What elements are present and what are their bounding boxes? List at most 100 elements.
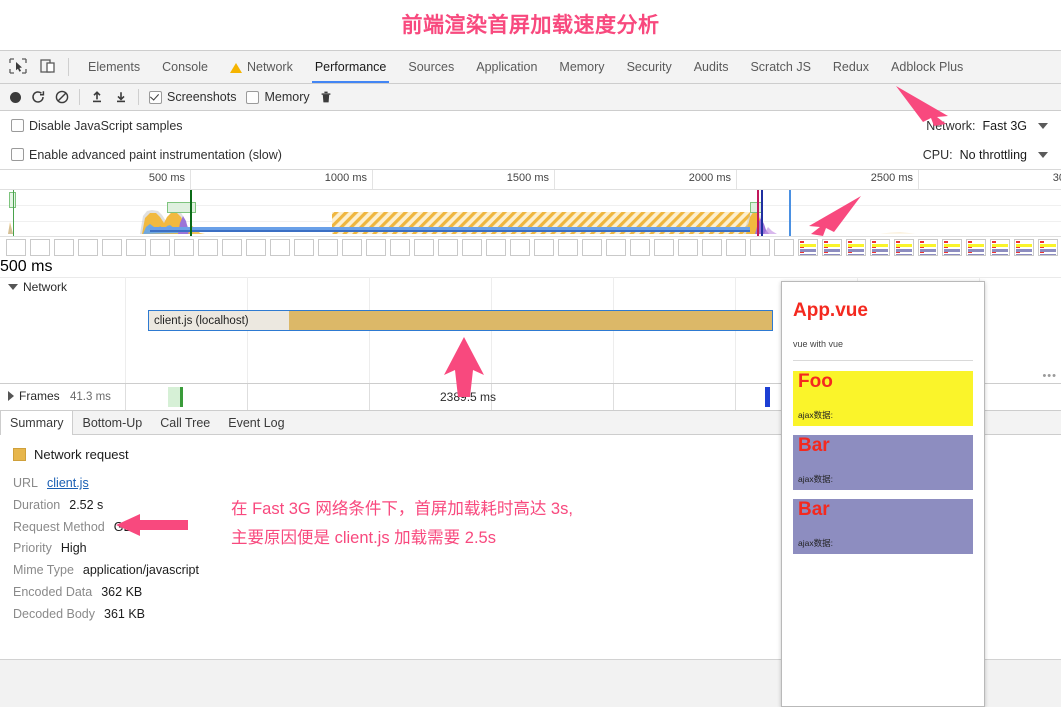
filmstrip-thumbnail[interactable]: [462, 239, 482, 256]
tab-elements[interactable]: Elements: [77, 51, 151, 83]
tab-event-log[interactable]: Event Log: [219, 411, 293, 434]
filmstrip-thumbnail[interactable]: [846, 239, 866, 256]
filmstrip-thumbnail[interactable]: [1014, 239, 1034, 256]
tab-adblock-plus[interactable]: Adblock Plus: [880, 51, 974, 83]
filmstrip-thumbnail[interactable]: [654, 239, 674, 256]
paint-instrumentation-group[interactable]: Enable advanced paint instrumentation (s…: [11, 148, 282, 162]
arrow-to-duration: [116, 514, 188, 536]
filmstrip-thumbnail[interactable]: [678, 239, 698, 256]
screenshots-label: Screenshots: [167, 90, 237, 104]
tab-performance[interactable]: Performance: [304, 51, 398, 83]
filmstrip-thumbnail[interactable]: [750, 239, 770, 256]
tab-sources[interactable]: Sources: [397, 51, 465, 83]
dcl-marker: [13, 190, 14, 236]
filmstrip-thumbnail[interactable]: [198, 239, 218, 256]
tab-bottom-up[interactable]: Bottom-Up: [73, 411, 151, 434]
overview-activity-graph[interactable]: [0, 190, 1061, 236]
summary-key: Decoded Body: [13, 606, 96, 621]
filmstrip-thumbnail[interactable]: [246, 239, 266, 256]
load-profile-button[interactable]: [90, 90, 104, 104]
filmstrip-thumbnail[interactable]: [630, 239, 650, 256]
tab-application[interactable]: Application: [465, 51, 548, 83]
frames-section-header[interactable]: Frames: [8, 389, 60, 403]
filmstrip-thumbnail[interactable]: [342, 239, 362, 256]
filmstrip-thumbnail[interactable]: [942, 239, 962, 256]
filmstrip-thumbnail[interactable]: [126, 239, 146, 256]
collect-garbage-button[interactable]: [320, 90, 332, 104]
filmstrip-thumbnail[interactable]: [702, 239, 722, 256]
filmstrip-thumbnail[interactable]: [150, 239, 170, 256]
ruler-tick: [372, 170, 373, 189]
paint-instrumentation-checkbox[interactable]: [11, 148, 24, 161]
popup-card-sub: ajax数据:: [798, 410, 833, 420]
chevron-down-icon[interactable]: [1038, 151, 1048, 158]
tab-security[interactable]: Security: [616, 51, 683, 83]
screenshots-checkbox[interactable]: [149, 90, 162, 104]
tab-call-tree[interactable]: Call Tree: [151, 411, 219, 434]
overview-filmstrip[interactable]: [0, 236, 1061, 259]
filmstrip-thumbnail[interactable]: [174, 239, 194, 256]
filmstrip-thumbnail[interactable]: [54, 239, 74, 256]
filmstrip-thumbnail[interactable]: [558, 239, 578, 256]
filmstrip-thumbnail[interactable]: [318, 239, 338, 256]
frames-grid-line: [125, 384, 126, 410]
tab-redux[interactable]: Redux: [822, 51, 880, 83]
tab-network[interactable]: Network: [219, 51, 304, 83]
tab-summary[interactable]: Summary: [0, 411, 74, 435]
summary-value[interactable]: client.js: [47, 473, 89, 495]
cpu-throttling-select[interactable]: CPU: No throttling: [923, 140, 1061, 169]
reload-and-record-button[interactable]: [31, 90, 45, 104]
filmstrip-thumbnail[interactable]: [102, 239, 122, 256]
clear-button[interactable]: [55, 90, 69, 104]
timeline-overview[interactable]: 500 ms 1000 ms 1500 ms 2000 ms 2500 ms 3000 m…: [0, 170, 1061, 259]
filmstrip-thumbnail[interactable]: [1038, 239, 1058, 256]
chevron-down-icon[interactable]: [8, 284, 18, 290]
memory-checkbox-group[interactable]: Memory: [246, 90, 310, 104]
chevron-right-icon[interactable]: [8, 391, 14, 401]
filmstrip-thumbnail[interactable]: [78, 239, 98, 256]
filmstrip-thumbnail[interactable]: [222, 239, 242, 256]
save-profile-button[interactable]: [114, 90, 128, 104]
filmstrip-thumbnail[interactable]: [270, 239, 290, 256]
filmstrip-thumbnail[interactable]: [774, 239, 794, 256]
filmstrip-thumbnail[interactable]: [438, 239, 458, 256]
filmstrip-thumbnail[interactable]: [918, 239, 938, 256]
tab-audits[interactable]: Audits: [683, 51, 740, 83]
filmstrip-thumbnail[interactable]: [390, 239, 410, 256]
filmstrip-thumbnail[interactable]: [30, 239, 50, 256]
disable-js-samples-checkbox[interactable]: [11, 119, 24, 132]
filmstrip-thumbnail[interactable]: [486, 239, 506, 256]
disable-js-samples-group[interactable]: Disable JavaScript samples: [11, 119, 183, 133]
device-toolbar-icon[interactable]: [38, 57, 60, 77]
tab-scratch-js[interactable]: Scratch JS: [739, 51, 821, 83]
filmstrip-thumbnail[interactable]: [414, 239, 434, 256]
filmstrip-thumbnail[interactable]: [798, 239, 818, 256]
resize-handle[interactable]: •••: [1042, 370, 1057, 382]
frames-grid-line: [369, 384, 370, 410]
inspect-cursor-icon[interactable]: [8, 57, 30, 77]
filmstrip-thumbnail[interactable]: [990, 239, 1010, 256]
overview-time-ruler: 500 ms 1000 ms 1500 ms 2000 ms 2500 ms 3000 m…: [0, 170, 1061, 190]
record-button[interactable]: [10, 91, 21, 103]
filmstrip-thumbnail[interactable]: [726, 239, 746, 256]
filmstrip-thumbnail[interactable]: [366, 239, 386, 256]
tab-memory[interactable]: Memory: [548, 51, 615, 83]
record-circle-icon: [10, 91, 21, 103]
network-section-header[interactable]: Network: [8, 280, 67, 294]
filmstrip-thumbnail[interactable]: [870, 239, 890, 256]
filmstrip-thumbnail[interactable]: [606, 239, 626, 256]
screenshots-checkbox-group[interactable]: Screenshots: [149, 90, 236, 104]
filmstrip-thumbnail[interactable]: [822, 239, 842, 256]
filmstrip-thumbnail[interactable]: [534, 239, 554, 256]
filmstrip-thumbnail[interactable]: [294, 239, 314, 256]
url-link[interactable]: client.js: [47, 476, 89, 490]
filmstrip-thumbnail[interactable]: [582, 239, 602, 256]
filmstrip-thumbnail[interactable]: [6, 239, 26, 256]
filmstrip-thumbnail[interactable]: [510, 239, 530, 256]
filmstrip-thumbnail[interactable]: [966, 239, 986, 256]
tab-console[interactable]: Console: [151, 51, 219, 83]
memory-checkbox[interactable]: [246, 90, 260, 104]
filmstrip-thumbnail[interactable]: [894, 239, 914, 256]
chevron-down-icon[interactable]: [1038, 122, 1048, 129]
network-request-bar[interactable]: client.js (localhost): [148, 310, 773, 331]
